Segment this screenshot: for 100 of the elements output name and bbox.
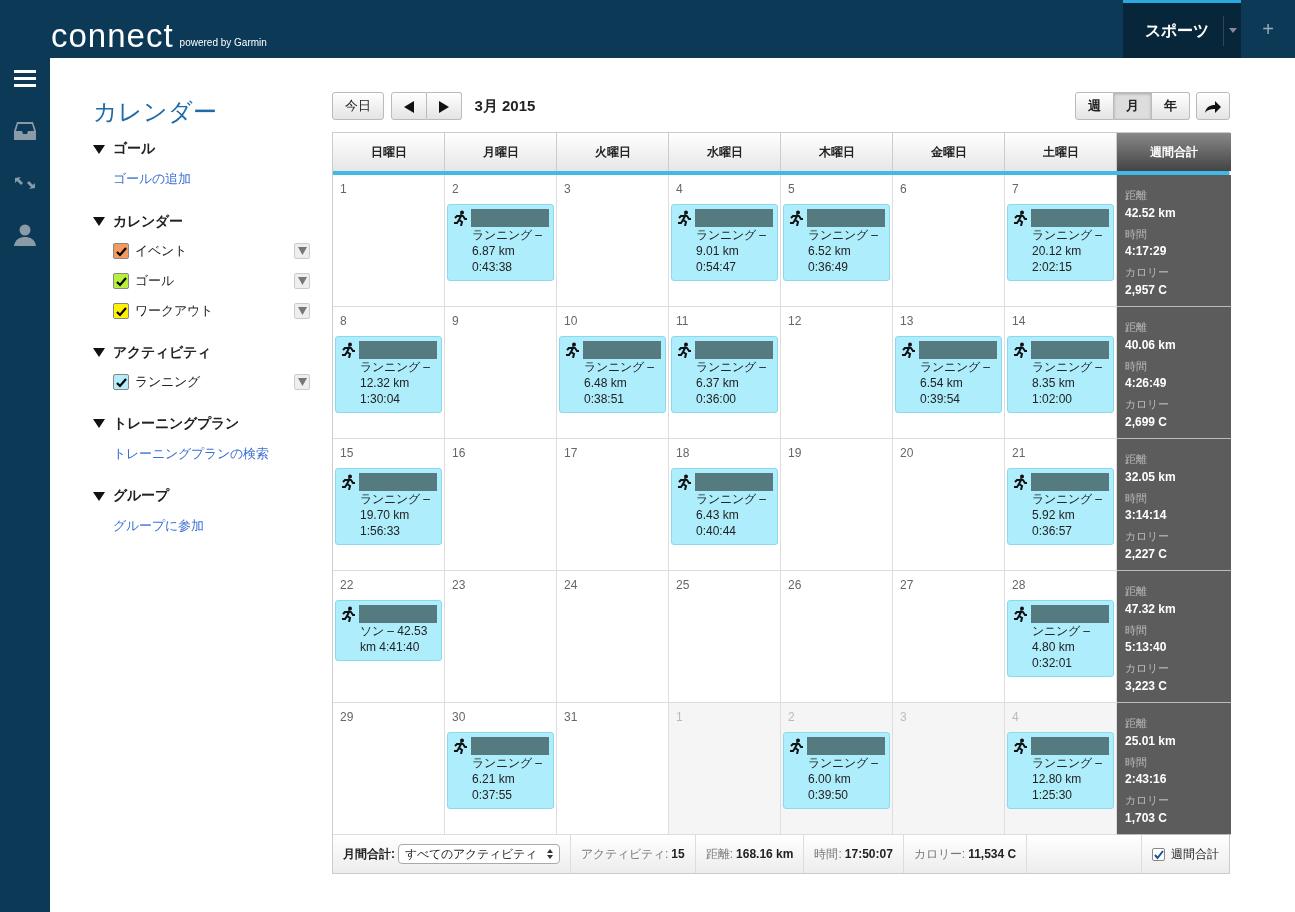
activity-entry[interactable]: ランニング – 12.80 km 1:25:30 (1007, 731, 1114, 809)
calendar-filter-checkbox[interactable] (113, 302, 129, 319)
logo-text: connect (51, 18, 174, 52)
day-cell[interactable]: 18 ランニング – 6.43 km 0:40:44 (669, 439, 781, 571)
day-cell[interactable]: 22 ソン – 42.53 km 4:41:40 (333, 571, 445, 703)
previous-button[interactable] (390, 92, 427, 120)
section-link[interactable]: トレーニングプランの検索 (113, 443, 269, 463)
day-number: 16 (452, 445, 466, 462)
day-cell[interactable]: 6 (893, 175, 1005, 307)
day-cell[interactable]: 3 (557, 175, 669, 307)
person-icon[interactable] (14, 224, 36, 246)
inbox-tray-icon[interactable] (14, 120, 36, 142)
day-number: 20 (900, 445, 914, 462)
collapse-triangle-icon[interactable] (93, 346, 105, 358)
day-cell[interactable]: 2 ランニング – 6.87 km 0:43:38 (445, 175, 557, 307)
day-cell[interactable]: 7 ランニング – 20.12 km 2:02:15 (1005, 175, 1117, 307)
day-cell[interactable]: 19 (781, 439, 893, 571)
section-link[interactable]: ゴールの追加 (113, 169, 191, 189)
total-value: 25.01 km (1125, 732, 1177, 750)
calendar-filter-checkbox[interactable] (113, 373, 129, 390)
weekly-totals-checkbox[interactable] (1152, 847, 1165, 861)
day-cell[interactable]: 24 (557, 571, 669, 703)
stat-label: 時間: (814, 846, 842, 863)
day-cell[interactable]: 28 ンニング – 4.80 km 0:32:01 (1005, 571, 1117, 703)
activity-entry[interactable]: ランニング – 6.00 km 0:39:50 (783, 731, 890, 809)
activity-entry[interactable]: ランニング – 8.35 km 1:02:00 (1007, 335, 1114, 413)
day-cell[interactable]: 13 ランニング – 6.54 km 0:39:54 (893, 307, 1005, 439)
day-number: 2 (788, 709, 795, 726)
total-label: 時間 (1125, 358, 1148, 374)
day-cell[interactable]: 20 (893, 439, 1005, 571)
total-value: 40.06 km (1125, 336, 1177, 354)
day-cell[interactable]: 2 ランニング – 6.00 km 0:39:50 (781, 703, 893, 835)
activity-entry[interactable]: ランニング – 6.52 km 0:36:49 (783, 203, 890, 281)
activity-summary: ランニング – 6.37 km 0:36:00 (696, 358, 767, 407)
day-cell[interactable]: 16 (445, 439, 557, 571)
day-cell[interactable]: 10 ランニング – 6.48 km 0:38:51 (557, 307, 669, 439)
activity-summary: ランニング – 6.52 km 0:36:49 (808, 226, 879, 275)
day-cell[interactable]: 15 ランニング – 19.70 km 1:56:33 (333, 439, 445, 571)
next-button[interactable] (426, 92, 462, 120)
collapse-triangle-icon[interactable] (93, 215, 105, 227)
sport-tab[interactable]: スポーツ (1123, 0, 1241, 58)
total-value: 3,223 C (1125, 677, 1169, 695)
day-cell[interactable]: 4 ランニング – 9.01 km 0:54:47 (669, 175, 781, 307)
caret-icon (297, 306, 307, 315)
day-cell[interactable]: 12 (781, 307, 893, 439)
add-tab-button[interactable]: + (1241, 14, 1295, 44)
collapse-triangle-icon[interactable] (93, 489, 105, 502)
activity-entry[interactable]: ソン – 42.53 km 4:41:40 (335, 599, 442, 661)
filter-dropdown-button[interactable] (294, 242, 310, 259)
day-cell[interactable]: 30 ランニング – 6.21 km 0:37:55 (445, 703, 557, 835)
weekly-total-header: 週間合計 (1117, 133, 1231, 171)
section-link[interactable]: グループに参加 (113, 516, 204, 536)
calendar-filter-checkbox[interactable] (113, 272, 129, 289)
collapse-triangle-icon[interactable] (93, 417, 105, 429)
view-button[interactable]: 週 (1074, 92, 1114, 120)
activity-filter-select[interactable]: すべてのアクティビティ (398, 844, 560, 864)
today-button[interactable]: 今日 (332, 92, 384, 120)
total-value: 32.05 km (1125, 468, 1177, 486)
day-cell[interactable]: 8 ランニング – 12.32 km 1:30:04 (333, 307, 445, 439)
section-title: トレーニングプラン (113, 413, 239, 433)
day-cell[interactable]: 9 (445, 307, 557, 439)
stat-value: 15 (671, 846, 685, 863)
activity-entry[interactable]: ランニング – 19.70 km 1:56:33 (335, 467, 442, 545)
activity-entry[interactable]: ランニング – 6.87 km 0:43:38 (447, 203, 554, 281)
activity-entry[interactable]: ランニング – 12.32 km 1:30:04 (335, 335, 442, 413)
day-cell[interactable]: 23 (445, 571, 557, 703)
activity-entry[interactable]: ランニング – 6.48 km 0:38:51 (559, 335, 666, 413)
day-cell[interactable]: 14 ランニング – 8.35 km 1:02:00 (1005, 307, 1117, 439)
day-cell[interactable]: 4 ランニング – 12.80 km 1:25:30 (1005, 703, 1117, 835)
day-cell[interactable]: 11 ランニング – 6.37 km 0:36:00 (669, 307, 781, 439)
day-cell[interactable]: 1 (333, 175, 445, 307)
menu-icon[interactable] (14, 68, 36, 90)
activity-entry[interactable]: ランニング – 6.54 km 0:39:54 (895, 335, 1002, 413)
total-label: カロリー (1125, 793, 1170, 808)
activity-summary: ランニング – 12.32 km 1:30:04 (360, 358, 431, 407)
filter-dropdown-button[interactable] (294, 302, 310, 319)
activity-entry[interactable]: ランニング – 20.12 km 2:02:15 (1007, 203, 1114, 281)
activity-entry[interactable]: ンニング – 4.80 km 0:32:01 (1007, 599, 1114, 677)
collapse-triangle-icon[interactable] (93, 142, 105, 155)
weekday-header: 木曜日 (781, 133, 893, 171)
activity-entry[interactable]: ランニング – 5.92 km 0:36:57 (1007, 467, 1114, 545)
day-cell[interactable]: 17 (557, 439, 669, 571)
monthly-total-label: 月間合計: (343, 846, 395, 863)
weekly-totals-label: 週間合計 (1171, 846, 1219, 863)
day-cell[interactable]: 5 ランニング – 6.52 km 0:36:49 (781, 175, 893, 307)
running-figure-icon (676, 209, 692, 226)
view-button[interactable]: 月 (1113, 92, 1152, 120)
activity-entry[interactable]: ランニング – 9.01 km 0:54:47 (671, 203, 778, 281)
filter-dropdown-button[interactable] (294, 373, 310, 390)
running-figure-icon (788, 209, 804, 226)
filter-dropdown-button[interactable] (294, 272, 310, 289)
stat-value: 11,534 C (968, 846, 1017, 863)
total-label: 距離 (1125, 320, 1148, 335)
activity-entry[interactable]: ランニング – 6.43 km 0:40:44 (671, 467, 778, 545)
day-cell[interactable]: 21 ランニング – 5.92 km 0:36:57 (1005, 439, 1117, 571)
view-button[interactable]: 年 (1151, 92, 1190, 120)
activity-entry[interactable]: ランニング – 6.21 km 0:37:55 (447, 731, 554, 809)
calendar-filter-checkbox[interactable] (113, 242, 129, 259)
share-button[interactable] (1196, 92, 1230, 120)
activity-entry[interactable]: ランニング – 6.37 km 0:36:00 (671, 335, 778, 413)
